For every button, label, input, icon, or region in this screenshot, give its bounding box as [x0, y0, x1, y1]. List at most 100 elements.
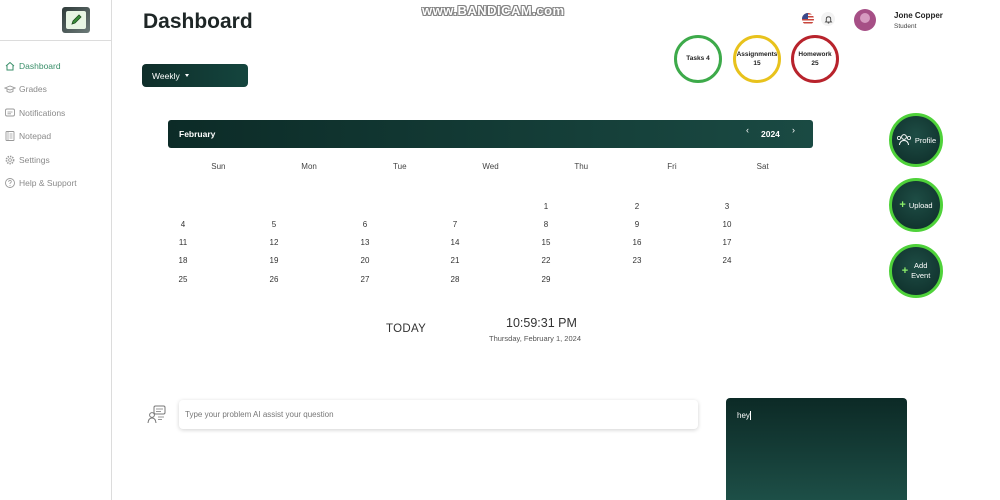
today-label: TODAY — [386, 323, 427, 335]
calendar-day[interactable]: 25 — [173, 275, 193, 284]
view-range-dropdown[interactable]: Weekly — [142, 64, 248, 87]
notepad-icon — [5, 131, 15, 142]
calendar-day[interactable]: 15 — [536, 238, 556, 247]
calendar-day[interactable]: 23 — [627, 256, 647, 265]
calendar-day[interactable]: 28 — [445, 275, 465, 284]
sidebar-divider — [0, 40, 112, 41]
pencil-logo-icon — [66, 11, 86, 29]
calendar-day[interactable]: 4 — [173, 220, 193, 229]
profile-label: Profile — [914, 135, 937, 145]
caret-down-icon — [184, 74, 189, 77]
calendar-day[interactable]: 26 — [264, 275, 284, 284]
dropdown-selected-value: Weekly — [152, 70, 180, 81]
calendar-day[interactable]: 9 — [627, 220, 647, 229]
users-icon — [896, 134, 911, 146]
message-icon — [5, 108, 15, 117]
chat-typed-text: hey — [737, 411, 750, 420]
sidebar-item-help-support[interactable]: Help & Support — [4, 172, 77, 196]
sidebar-item-notepad[interactable]: Notepad — [4, 125, 77, 149]
calendar-weekdays: Sun Mon Tue Wed Thu Fri Sat — [173, 162, 808, 171]
profile-button[interactable]: Profile — [889, 113, 943, 167]
weekday-label: Thu — [574, 162, 589, 171]
weekday-label: Tue — [393, 162, 407, 171]
weekday-label: Wed — [482, 162, 499, 171]
app-root: Dashboard Grades Notifications Notepad S… — [0, 0, 1000, 500]
sidebar-item-label: Dashboard — [19, 60, 61, 71]
sidebar-item-grades[interactable]: Grades — [4, 78, 77, 102]
calendar-day[interactable]: 17 — [717, 238, 737, 247]
homework-count: 25 — [811, 60, 819, 67]
calendar-day[interactable]: 5 — [264, 220, 284, 229]
calendar-day[interactable]: 22 — [536, 256, 556, 265]
calendar-month: February — [179, 129, 216, 139]
plus-icon: + — [899, 199, 906, 211]
sidebar-item-label: Notepad — [19, 131, 52, 142]
bell-icon[interactable] — [821, 12, 835, 26]
calendar-day[interactable]: 6 — [355, 220, 375, 229]
sidebar: Dashboard Grades Notifications Notepad S… — [0, 0, 112, 500]
clock-date: Thursday, February 1, 2024 — [489, 334, 581, 343]
ai-assistant-icon[interactable] — [146, 403, 168, 425]
calendar-day[interactable]: 10 — [717, 220, 737, 229]
calendar-prev-button[interactable]: ‹ — [746, 125, 749, 135]
sidebar-nav: Dashboard Grades Notifications Notepad S… — [4, 54, 77, 195]
calendar-day[interactable]: 19 — [264, 256, 284, 265]
calendar-next-button[interactable]: › — [792, 125, 795, 135]
sidebar-item-settings[interactable]: Settings — [4, 148, 77, 172]
calendar-day[interactable]: 14 — [445, 238, 465, 247]
calendar-day[interactable]: 29 — [536, 275, 556, 284]
homework-label: Homework — [798, 50, 832, 58]
sidebar-item-dashboard[interactable]: Dashboard — [4, 54, 77, 78]
sidebar-item-notifications[interactable]: Notifications — [4, 101, 77, 125]
add-event-label-line1: Add — [914, 261, 928, 271]
tasks-count: 4 — [706, 55, 710, 63]
chat-panel[interactable]: hey — [726, 398, 907, 500]
plus-icon: + — [901, 265, 909, 277]
calendar-day[interactable]: 20 — [355, 256, 375, 265]
calendar-header: February ‹ 2024 › — [168, 120, 813, 148]
graduation-cap-icon — [4, 85, 16, 93]
us-flag-icon[interactable] — [802, 13, 814, 25]
assignments-stat[interactable]: Assignments 15 — [733, 35, 781, 83]
tasks-label: Tasks — [686, 55, 705, 63]
weekday-label: Mon — [301, 162, 317, 171]
app-logo[interactable] — [62, 7, 90, 33]
page-title: Dashboard — [143, 10, 253, 33]
calendar-day[interactable]: 3 — [717, 202, 737, 211]
upload-label: Upload — [908, 200, 933, 210]
calendar-day[interactable]: 1 — [536, 202, 556, 211]
calendar-day[interactable]: 11 — [173, 238, 193, 247]
upload-button[interactable]: + Upload — [889, 178, 943, 232]
calendar-day[interactable]: 21 — [445, 256, 465, 265]
chat-text-area[interactable]: hey — [737, 411, 751, 421]
calendar-day[interactable]: 18 — [173, 256, 193, 265]
clock-time: 10:59:31 PM — [506, 316, 577, 330]
calendar-day[interactable]: 24 — [717, 256, 737, 265]
sidebar-item-label: Grades — [19, 84, 47, 95]
home-icon — [5, 61, 15, 71]
calendar-day[interactable]: 12 — [264, 238, 284, 247]
add-event-button[interactable]: + Add Event — [889, 244, 943, 298]
user-role: Student — [894, 23, 917, 30]
calendar-day[interactable]: 2 — [627, 202, 647, 211]
homework-stat[interactable]: Homework 25 — [791, 35, 839, 83]
calendar-day[interactable]: 13 — [355, 238, 375, 247]
ai-assist-input[interactable] — [179, 400, 698, 429]
sidebar-item-label: Settings — [19, 154, 50, 165]
help-icon — [5, 178, 15, 189]
calendar-day[interactable]: 16 — [627, 238, 647, 247]
calendar-day[interactable]: 8 — [536, 220, 556, 229]
recorder-watermark: www.BANDICAM.com — [422, 3, 565, 18]
sidebar-item-label: Notifications — [19, 107, 66, 118]
calendar-day[interactable]: 27 — [355, 275, 375, 284]
sidebar-item-label: Help & Support — [19, 178, 77, 189]
gear-icon — [5, 155, 15, 165]
calendar-day[interactable]: 7 — [445, 220, 465, 229]
weekday-label: Fri — [667, 162, 677, 171]
calendar-year: 2024 — [761, 129, 780, 139]
avatar[interactable] — [854, 9, 876, 31]
assignments-count: 15 — [753, 60, 761, 67]
text-cursor — [749, 411, 751, 421]
weekday-label: Sun — [211, 162, 226, 171]
tasks-stat[interactable]: Tasks 4 — [674, 35, 722, 83]
